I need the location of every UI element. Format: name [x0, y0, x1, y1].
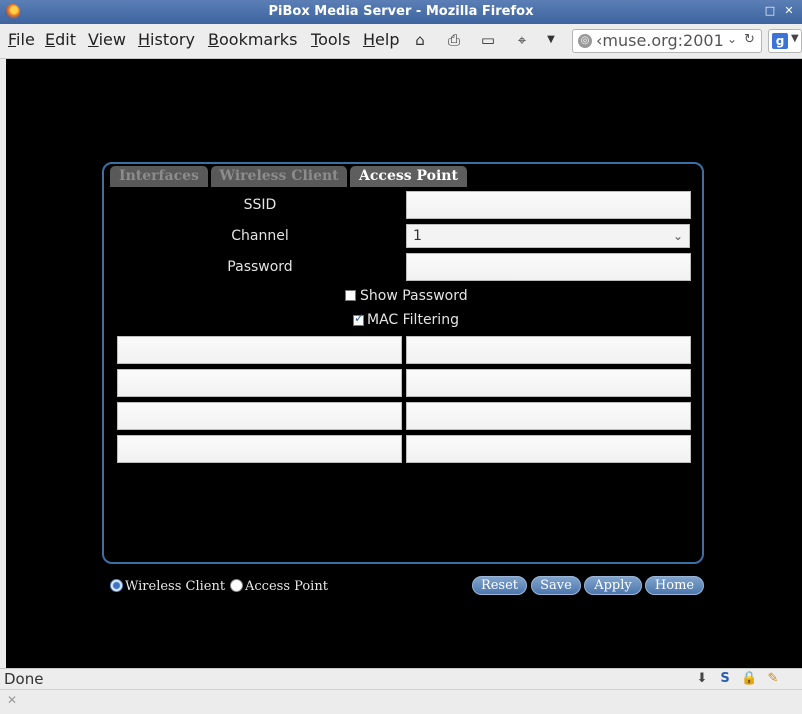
- screenshot-icon[interactable]: ⌖: [513, 31, 531, 49]
- status-text: Done: [4, 670, 44, 688]
- search-dropdown-icon[interactable]: ▼: [791, 33, 799, 44]
- save-button[interactable]: Save: [531, 576, 581, 595]
- mac-filter-input[interactable]: [117, 369, 402, 397]
- tab-wireless-client[interactable]: Wireless Client: [211, 166, 347, 187]
- globe-icon: ◎: [578, 34, 592, 48]
- channel-select[interactable]: 1 ⌄: [406, 224, 690, 248]
- minimize-icon[interactable]: □: [764, 5, 776, 17]
- window-icon[interactable]: ▭: [479, 31, 497, 49]
- apply-button[interactable]: Apply: [584, 576, 642, 595]
- google-icon[interactable]: g: [772, 33, 788, 49]
- mac-filter-input[interactable]: [406, 402, 691, 430]
- close-window-icon[interactable]: ✕: [783, 5, 795, 17]
- notes-icon[interactable]: ✎: [765, 671, 781, 687]
- menu-help[interactable]: Help: [363, 30, 399, 49]
- access-point-label: Access Point: [245, 579, 328, 594]
- status-bar: Done ⬇ S 🔒 ✎: [0, 668, 802, 690]
- access-point-radio[interactable]: [230, 579, 243, 592]
- menu-file[interactable]: File: [8, 30, 35, 49]
- channel-value: 1: [413, 228, 422, 244]
- show-password-checkbox[interactable]: [345, 290, 356, 301]
- download-icon[interactable]: ⬇: [694, 671, 710, 687]
- ssid-input[interactable]: [406, 191, 691, 219]
- chevron-down-icon: ⌄: [672, 229, 683, 243]
- menu-bookmarks[interactable]: Bookmarks: [208, 30, 297, 49]
- mac-filter-input[interactable]: [406, 435, 691, 463]
- wireless-client-label: Wireless Client: [125, 579, 226, 594]
- password-input[interactable]: [406, 253, 691, 281]
- skype-icon[interactable]: S: [717, 671, 733, 687]
- wireless-client-radio[interactable]: [110, 579, 123, 592]
- menu-history[interactable]: History: [138, 30, 195, 49]
- url-text[interactable]: ‹muse.org:2001: [596, 31, 726, 50]
- chevron-down-icon[interactable]: ⌄: [727, 32, 737, 46]
- home-icon[interactable]: ⌂: [411, 31, 429, 49]
- find-bar: ✕: [0, 689, 802, 714]
- password-label: Password: [227, 259, 293, 275]
- lock-icon[interactable]: 🔒: [741, 671, 757, 687]
- ssid-label: SSID: [243, 197, 277, 213]
- mac-filtering-checkbox[interactable]: [353, 311, 364, 326]
- print-icon[interactable]: ⎙: [445, 31, 463, 49]
- home-button[interactable]: Home: [645, 576, 704, 595]
- search-engine-box[interactable]: g ▼: [768, 29, 802, 53]
- channel-label: Channel: [231, 228, 289, 244]
- menu-edit[interactable]: Edit: [45, 30, 76, 49]
- reload-icon[interactable]: ↻: [744, 32, 755, 47]
- mac-filter-input[interactable]: [117, 336, 402, 364]
- close-icon[interactable]: ✕: [7, 693, 17, 707]
- menu-tools[interactable]: Tools: [311, 30, 350, 49]
- mac-filter-input[interactable]: [406, 369, 691, 397]
- mac-filter-input[interactable]: [117, 402, 402, 430]
- menu-view[interactable]: View: [88, 30, 126, 49]
- mac-filter-input[interactable]: [117, 435, 402, 463]
- window-title: PiBox Media Server - Mozilla Firefox: [268, 4, 534, 19]
- mac-filter-input[interactable]: [406, 336, 691, 364]
- tab-access-point[interactable]: Access Point: [350, 166, 467, 187]
- show-password-label: Show Password: [360, 288, 468, 304]
- toolbar-dropdown-icon[interactable]: ▼: [542, 31, 560, 49]
- tab-interfaces[interactable]: Interfaces: [110, 166, 208, 187]
- reset-button[interactable]: Reset: [472, 576, 527, 595]
- window-titlebar: PiBox Media Server - Mozilla Firefox □ ✕: [0, 0, 802, 24]
- url-bar[interactable]: ◎ ‹muse.org:2001 ⌄ ↻: [572, 29, 762, 53]
- mac-filtering-label: MAC Filtering: [367, 312, 459, 328]
- menu-bar: File Edit View History Bookmarks Tools H…: [0, 24, 802, 59]
